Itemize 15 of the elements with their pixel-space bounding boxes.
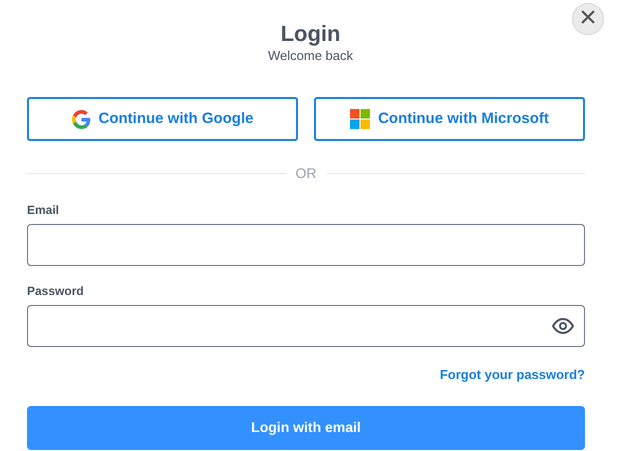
email-field[interactable] <box>27 224 585 266</box>
google-icon <box>72 110 90 128</box>
field-label: Password <box>27 283 85 299</box>
password-field[interactable] <box>27 305 585 347</box>
forgot-password-link[interactable]: Forgot your password? <box>440 365 585 384</box>
field-label: Email <box>27 202 60 218</box>
sign-in-button[interactable]: Continue with Microsoft <box>314 97 585 141</box>
sign-in-button[interactable]: Continue with Google <box>27 97 298 141</box>
eye-icon[interactable] <box>552 318 574 334</box>
dialog-title: Login <box>280 20 340 48</box>
dialog-subtitle: Welcome back <box>268 48 353 64</box>
divider-label: OR <box>296 164 316 182</box>
close-button[interactable]: × <box>572 3 604 35</box>
windows-logo-icon <box>350 109 370 129</box>
login-button[interactable]: Login with email <box>27 406 585 450</box>
